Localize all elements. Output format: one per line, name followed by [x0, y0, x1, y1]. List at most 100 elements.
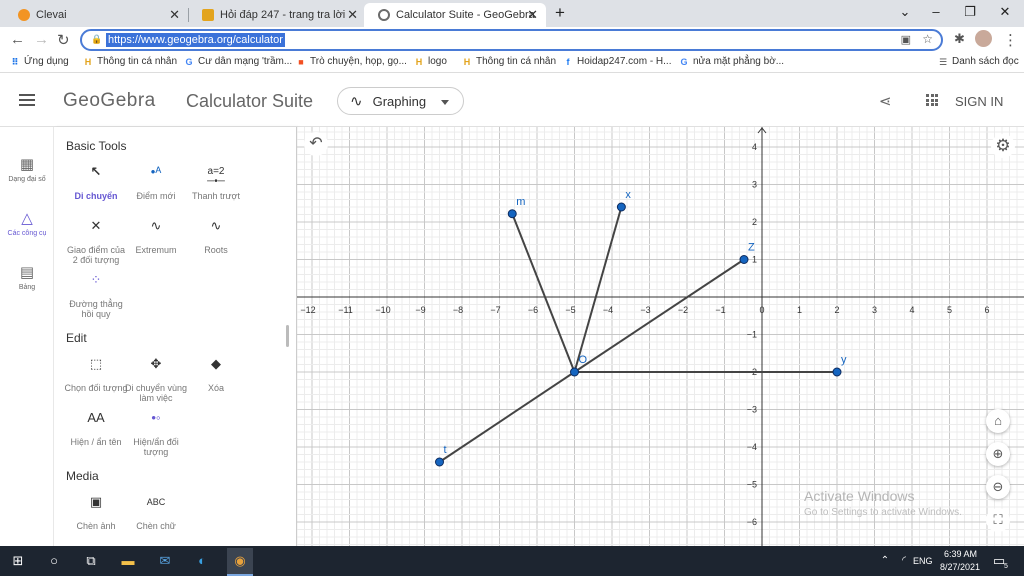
- new-tab-button[interactable]: +: [550, 3, 570, 23]
- reading-list[interactable]: ☰ Danh sách đọc: [938, 56, 1019, 67]
- tab-search-icon[interactable]: ⌄: [895, 4, 915, 20]
- edge-icon[interactable]: ◐: [193, 552, 211, 570]
- google-icon: G: [680, 56, 688, 67]
- bookmark-label: Ứng dụng: [24, 56, 69, 67]
- bookmark-label: Trò chuyện, họp, gọ...: [310, 56, 407, 67]
- tool-move[interactable]: ↖ Di chuyển: [64, 165, 128, 201]
- wifi-icon[interactable]: ◜: [895, 552, 913, 570]
- tab-geogebra[interactable]: Calculator Suite - GeoGebra ✕: [364, 3, 546, 27]
- bookmark-item[interactable]: f Hoidap247.com - H...: [563, 56, 672, 67]
- zoom-in-icon[interactable]: ⊕: [986, 442, 1010, 466]
- point-t[interactable]: [435, 457, 444, 467]
- point-m[interactable]: [507, 209, 517, 219]
- sign-in-button[interactable]: SIGN IN: [955, 94, 1003, 109]
- tool-move-view[interactable]: ✥ Di chuyển vùng làm việc: [124, 357, 188, 403]
- qr-icon[interactable]: ▣: [901, 33, 911, 46]
- rail-tools[interactable]: △ Các công cụ: [0, 209, 54, 237]
- y-tick-label: −3: [747, 405, 757, 415]
- bookmark-item[interactable]: G Cư dân mạng 'trầm...: [184, 56, 292, 67]
- omnibox[interactable]: 🔒 https://www.geogebra.org/calculator ▣ …: [80, 29, 943, 51]
- panel-scrollbar[interactable]: [286, 325, 289, 347]
- restore-icon[interactable]: ❐: [960, 4, 980, 20]
- tool-delete[interactable]: ◆ Xóa: [184, 357, 248, 393]
- chevron-down-icon: [441, 100, 449, 105]
- tool-insert-text[interactable]: ABC Chèn chữ: [124, 497, 188, 531]
- bookmark-item[interactable]: Gnửa mặt phẳng bờ...: [679, 56, 784, 67]
- windows-taskbar: ⊞ ○ ⧉ ▬ ✉ ◐ ◉ ⌃ ◜ ENG 6:39 AM 8/27/2021 …: [0, 546, 1024, 576]
- search-circle-icon[interactable]: ○: [45, 552, 63, 570]
- home-icon[interactable]: ⌂: [986, 409, 1010, 433]
- tool-point[interactable]: •ᴬ Điểm mới: [124, 165, 188, 201]
- geogebra-logo[interactable]: GeoGebra: [63, 90, 156, 112]
- point-x[interactable]: [616, 202, 626, 212]
- bookmark-item[interactable]: ■ Trò chuyện, họp, gọ...: [296, 56, 407, 67]
- point-label-x: x: [625, 189, 631, 201]
- forward-icon[interactable]: →: [34, 31, 49, 48]
- reload-icon[interactable]: ↻: [57, 31, 70, 49]
- bookmark-item[interactable]: H Thông tin cá nhân: [83, 56, 177, 67]
- url-text[interactable]: https://www.geogebra.org/calculator: [106, 33, 285, 47]
- tool-label: Chèn ảnh: [76, 521, 116, 531]
- tab-hoidap247[interactable]: Hỏi đáp 247 - trang tra lời ✕: [188, 3, 366, 27]
- tool-slider[interactable]: a=2 ─•─ Thanh trượt: [184, 167, 248, 202]
- x-tick-label: −8: [453, 305, 463, 315]
- zoom-out-icon[interactable]: ⊖: [986, 475, 1010, 499]
- menu-hamburger-icon[interactable]: [19, 94, 35, 106]
- bookmark-item[interactable]: Hlogo: [414, 56, 447, 67]
- language-indicator[interactable]: ENG: [913, 556, 933, 566]
- chevron-up-icon[interactable]: ⌃: [876, 552, 894, 570]
- close-tab-icon[interactable]: ✕: [527, 7, 538, 23]
- tool-intersect[interactable]: ✕ Giao điểm của 2 đối tượng: [64, 219, 128, 265]
- tab-clevai[interactable]: Clevai ✕: [4, 3, 188, 27]
- file-explorer-icon[interactable]: ▬: [119, 552, 137, 570]
- app-picker-label: Graphing: [372, 93, 427, 109]
- bookmark-apps[interactable]: ⠿ Ứng dụng: [10, 56, 69, 67]
- windows-start-icon[interactable]: ⊞: [9, 552, 27, 570]
- tool-roots[interactable]: ∿ Roots: [184, 219, 248, 255]
- share-icon[interactable]: ⋖: [879, 92, 892, 110]
- text-icon: ABC: [146, 497, 166, 507]
- minimize-icon[interactable]: –: [926, 4, 946, 19]
- bookmark-item[interactable]: H Thông tin cá nhân: [462, 56, 556, 67]
- settings-gear-icon[interactable]: ⚙: [991, 134, 1015, 158]
- tool-insert-image[interactable]: ▣ Chèn ảnh: [64, 495, 128, 531]
- menu-dots-icon[interactable]: ⋮: [1003, 31, 1018, 49]
- clock-time[interactable]: 6:39 AM: [944, 549, 977, 559]
- fullscreen-icon[interactable]: ⛶: [986, 508, 1010, 532]
- rail-table[interactable]: ▤ Bảng: [0, 263, 54, 291]
- back-icon[interactable]: ←: [10, 31, 25, 48]
- tool-label: Hiện/ẩn đối tượng: [133, 437, 179, 457]
- close-window-icon[interactable]: ✕: [995, 4, 1015, 20]
- coordinate-plane[interactable]: −12 −11 −10 −9 −8 −7 −6 −5 −4 −3 −2 −1 0 1 2 3 4 5 6−6−5−4…: [297, 127, 1024, 546]
- regression-icon: ⁘: [90, 272, 102, 287]
- tools-panel: Basic Tools ↖ Di chuyển •ᴬ Điểm mới a=2 ─•─…: [54, 127, 297, 546]
- tool-label: Di chuyển vùng làm việc: [124, 383, 188, 403]
- tool-regression[interactable]: ⁘ Đường thẳng hồi quy: [64, 272, 128, 319]
- apps-grid-icon[interactable]: [926, 94, 938, 106]
- tool-select[interactable]: ⬚ Chọn đối tượng: [64, 357, 128, 393]
- hoidap-favicon-icon: H: [415, 56, 423, 67]
- clock-date[interactable]: 8/27/2021: [940, 562, 980, 572]
- app-picker-dropdown[interactable]: ∿ Graphing: [337, 87, 464, 115]
- close-tab-icon[interactable]: ✕: [347, 7, 358, 23]
- graphics-view[interactable]: −12 −11 −10 −9 −8 −7 −6 −5 −4 −3 −2 −1 0 1 2 3 4 5 6 −6 −5 −4…: [297, 127, 1024, 546]
- tool-label-toggle[interactable]: AA Hiện / ẩn tên: [64, 411, 128, 447]
- extensions-icon[interactable]: ✱: [954, 31, 965, 47]
- mail-icon[interactable]: ✉: [156, 552, 174, 570]
- undo-icon[interactable]: ↶: [304, 132, 328, 156]
- tab-title: Clevai: [36, 9, 67, 21]
- close-tab-icon[interactable]: ✕: [169, 7, 180, 23]
- point-Z[interactable]: [739, 255, 749, 264]
- tool-extremum[interactable]: ∿ Extremum: [124, 219, 188, 255]
- task-view-icon[interactable]: ⧉: [82, 552, 100, 570]
- rail-algebra[interactable]: ▦ Dạng đại số: [0, 155, 54, 183]
- bookmark-label: nửa mặt phẳng bờ...: [693, 56, 785, 67]
- star-icon[interactable]: ☆: [922, 32, 933, 46]
- profile-avatar[interactable]: [975, 30, 992, 47]
- graphing-icon: ∿: [350, 93, 363, 110]
- chrome-icon[interactable]: ◉: [227, 548, 253, 576]
- point-y[interactable]: [832, 367, 842, 377]
- rail-label: Dạng đại số: [8, 176, 46, 183]
- point-O[interactable]: [570, 367, 579, 377]
- tool-object-toggle[interactable]: •◦ Hiện/ẩn đối tượng: [124, 411, 188, 457]
